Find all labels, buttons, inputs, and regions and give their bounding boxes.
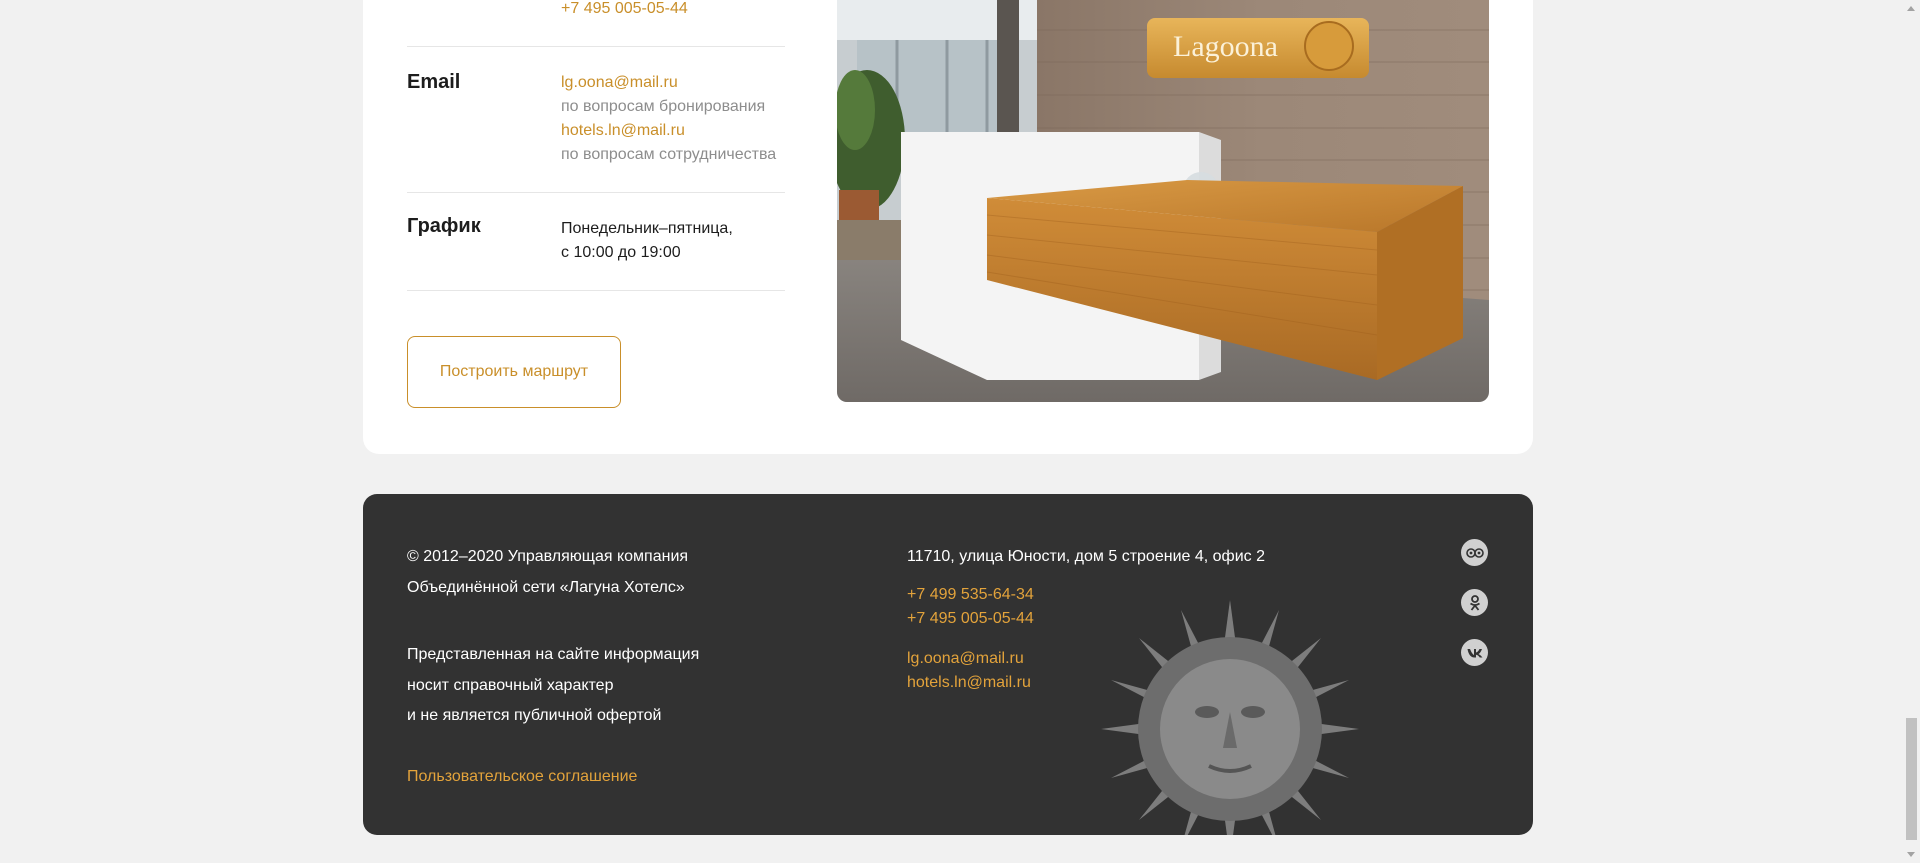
- phone-link[interactable]: +7 495 005-05-44: [561, 0, 688, 17]
- phone-row: +7 495 005-05-44: [407, 0, 785, 47]
- disclaimer-line-1: Представленная на сайте информация: [407, 646, 700, 663]
- contacts-card: +7 495 005-05-44 Email lg.oona@mail.ru п…: [363, 0, 1533, 454]
- reception-illustration: Lagoona: [837, 0, 1489, 402]
- vk-icon[interactable]: [1461, 639, 1488, 666]
- tripadvisor-icon[interactable]: [1461, 539, 1488, 566]
- lobby-photo: Lagoona: [837, 0, 1489, 402]
- disclaimer-line-2: носит справочный характер: [407, 676, 614, 694]
- odnoklassniki-icon[interactable]: [1461, 589, 1488, 616]
- scroll-up-arrow-icon[interactable]: [1907, 6, 1915, 11]
- page-scrollbar[interactable]: [1903, 0, 1920, 863]
- booking-email-link[interactable]: lg.oona@mail.ru: [561, 74, 678, 91]
- site-footer: © 2012–2020 Управляющая компания Объедин…: [363, 494, 1533, 835]
- scroll-down-arrow-icon[interactable]: [1907, 852, 1915, 857]
- build-route-button[interactable]: Построить маршрут: [407, 336, 621, 408]
- footer-legal: © 2012–2020 Управляющая компания Объедин…: [407, 542, 827, 792]
- copyright-line-2: Объединённой сети «Лагуна Хотелс»: [407, 578, 685, 596]
- schedule-row: График Понедельник–пятница, с 10:00 до 1…: [407, 193, 785, 291]
- partner-email-link[interactable]: hotels.ln@mail.ru: [561, 122, 685, 139]
- scroll-thumb[interactable]: [1906, 718, 1917, 840]
- schedule-days: Понедельник–пятница,: [561, 220, 733, 237]
- social-links: [1461, 539, 1489, 689]
- sign-text: Lagoona: [1173, 30, 1278, 63]
- sun-logo-watermark: [1101, 600, 1359, 835]
- schedule-label: График: [407, 215, 481, 237]
- partner-email-note: по вопросам сотрудничества: [561, 146, 777, 163]
- disclaimer-line-3: и не является публичной офертой: [407, 707, 662, 724]
- copyright-line-1: © 2012–2020 Управляющая компания: [407, 548, 689, 565]
- email-label: Email: [407, 71, 461, 93]
- user-agreement-link[interactable]: Пользовательское соглашение: [407, 768, 637, 785]
- schedule-hours: с 10:00 до 19:00: [561, 244, 681, 261]
- email-row: Email lg.oona@mail.ru по вопросам бронир…: [407, 47, 785, 193]
- booking-email-note: по вопросам бронирования: [561, 98, 766, 115]
- footer-address: 11710, улица Юности, дом 5 строение 4, о…: [907, 548, 1265, 565]
